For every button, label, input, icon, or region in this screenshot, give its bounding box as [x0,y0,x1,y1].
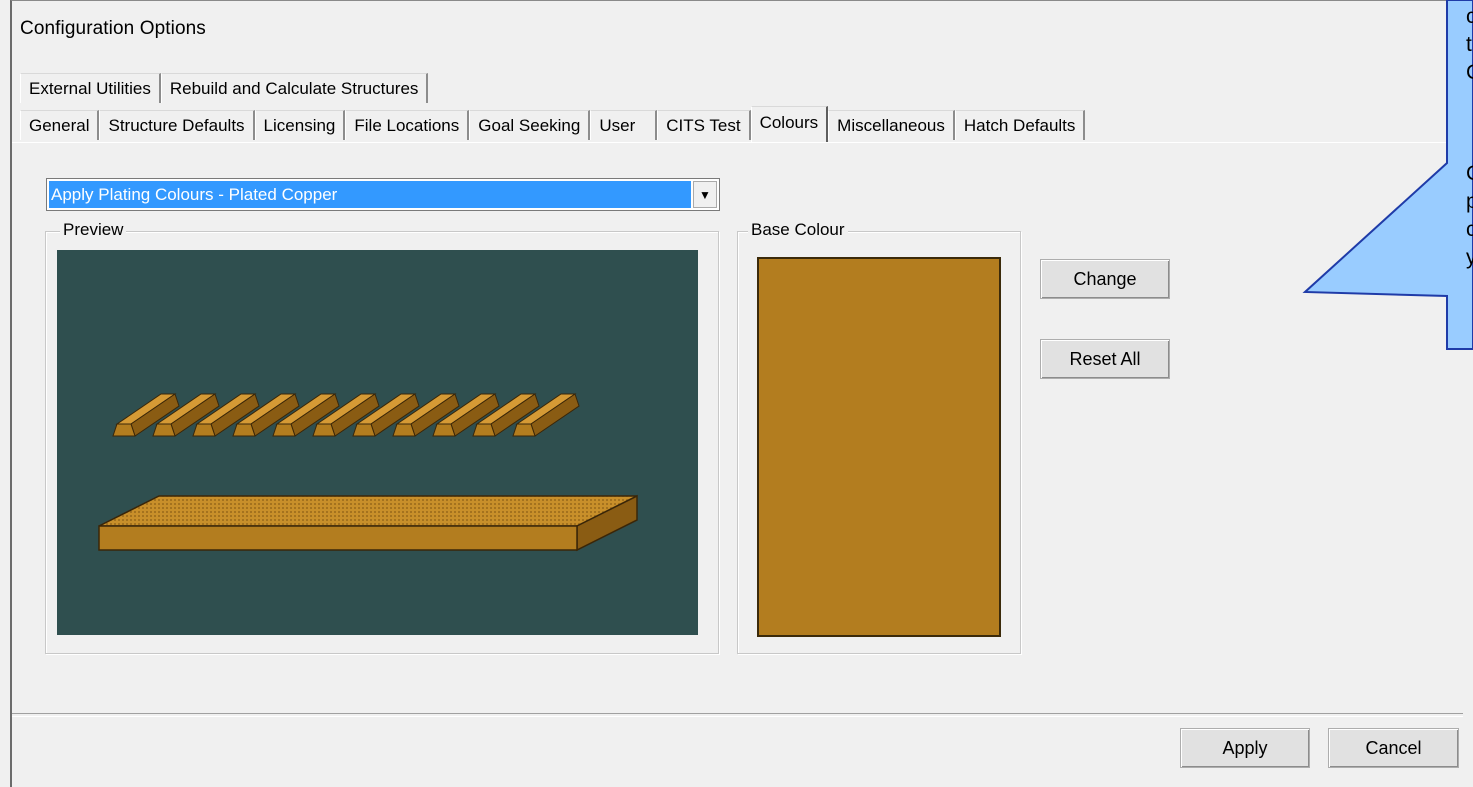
plated-copper-preview-image [98,393,638,552]
tab-hatch-defaults[interactable]: Hatch Defaults [954,110,1086,140]
base-colour-swatch [757,257,1001,637]
preview-canvas [57,250,698,635]
change-colour-button[interactable]: Change [1040,259,1170,299]
callout-text-line-3: C [1466,59,1473,87]
plated-ridge-traces [112,393,580,437]
callout-text-line-6: c [1466,218,1473,241]
preview-group-label: Preview [60,220,127,240]
reset-all-button[interactable]: Reset All [1040,339,1170,379]
tab-cits-test[interactable]: CITS Test [657,110,751,140]
tab-row-back: External Utilities Rebuild and Calculate… [20,71,429,103]
callout-text-line-7: y [1466,246,1473,269]
tab-row-front: General Structure Defaults Licensing Fil… [20,106,1086,142]
tab-goal-seeking[interactable]: Goal Seeking [469,110,591,140]
tab-file-locations[interactable]: File Locations [345,110,470,140]
callout-text-line-1: c [1466,5,1473,28]
tab-external-utilities[interactable]: External Utilities [20,73,161,103]
dropdown-arrow-icon[interactable]: ▼ [693,181,717,208]
tab-user[interactable]: User [590,110,658,140]
window-title: Configuration Options [20,18,206,39]
plating-colour-select-value: Apply Plating Colours - Plated Copper [49,181,691,208]
tab-colours[interactable]: Colours [750,106,829,142]
tab-general[interactable]: General [20,110,100,140]
tab-licensing[interactable]: Licensing [254,110,346,140]
base-colour-group-label: Base Colour [748,220,848,240]
tab-rebuild-and-calculate-structures[interactable]: Rebuild and Calculate Structures [160,73,429,103]
tab-structure-defaults[interactable]: Structure Defaults [99,110,255,140]
plated-copper-slab [98,494,638,552]
apply-button[interactable]: Apply [1180,728,1310,768]
callout-text-line-2: t [1466,33,1472,56]
callout-text-line-5: p [1466,190,1473,213]
footer-separator [12,713,1463,717]
plating-colour-select[interactable]: Apply Plating Colours - Plated Copper ▼ [46,178,720,211]
tab-miscellaneous[interactable]: Miscellaneous [828,110,955,140]
callout-text-line-4: C [1466,160,1473,188]
cancel-button[interactable]: Cancel [1328,728,1459,768]
